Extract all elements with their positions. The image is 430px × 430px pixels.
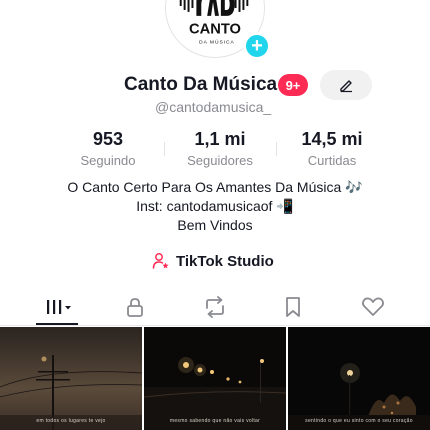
stat-label: Seguindo (80, 153, 136, 168)
thumbnail-image (288, 327, 430, 430)
stat-label: Curtidas (307, 153, 357, 168)
pencil-icon (340, 80, 352, 93)
grid-icon (47, 300, 71, 314)
plus-icon: + (251, 35, 263, 57)
video-thumbnail[interactable]: mesmo sabendo que não vais voltar (144, 327, 286, 430)
video-caption: em todos os lugares te vejo (36, 418, 106, 424)
add-avatar-button[interactable]: + (243, 32, 271, 60)
bio-line: Inst: cantodamusicaof 📲 (136, 198, 294, 214)
tab-reposts[interactable] (175, 290, 255, 324)
avatar-container[interactable]: CANTO DA MÚSICA + (165, 0, 271, 60)
logo-text: CANTO (189, 21, 241, 37)
tiktok-studio-label: TikTok Studio (176, 252, 274, 270)
username: @cantodamusica_ (155, 99, 272, 115)
edit-profile-button[interactable] (320, 70, 372, 100)
notification-badge[interactable]: 9+ (278, 74, 308, 96)
divider (0, 325, 430, 326)
stat-followers[interactable]: 1,1 mi Seguidores (164, 129, 276, 168)
video-thumbnail[interactable]: sentindo o que eu sinto com o seu coraçã… (288, 327, 430, 430)
bio: O Canto Certo Para Os Amantes Da Música … (0, 178, 430, 235)
video-grid: em todos os lugares te vejo mesmo sabend… (0, 327, 430, 430)
video-caption: mesmo sabendo que não vais voltar (169, 418, 261, 424)
bio-line: Bem Vindos (177, 217, 253, 233)
video-caption: sentindo o que eu sinto com o seu coraçã… (305, 418, 413, 424)
bio-line: O Canto Certo Para Os Amantes Da Música … (67, 179, 363, 195)
tab-favorites[interactable] (253, 290, 333, 324)
bookmark-icon (286, 297, 300, 317)
tab-liked[interactable] (333, 290, 413, 324)
heart-icon (362, 297, 384, 316)
person-star-icon (152, 253, 169, 269)
stats-row: 953 Seguindo 1,1 mi Seguidores 14,5 mi C… (52, 129, 388, 169)
tiktok-studio-link[interactable]: TikTok Studio (152, 250, 274, 272)
stat-likes[interactable]: 14,5 mi Curtidas (276, 129, 388, 168)
lock-icon (127, 298, 143, 317)
video-thumbnail[interactable]: em todos os lugares te vejo (0, 327, 142, 430)
stat-value: 1,1 mi (194, 129, 246, 149)
tab-videos[interactable] (17, 290, 97, 324)
profile-header: Canto Da Música 9+ (0, 70, 430, 100)
repost-icon (206, 296, 224, 318)
display-name: Canto Da Música (124, 74, 278, 95)
tab-private[interactable] (95, 290, 175, 324)
profile-tabs (0, 290, 430, 326)
stat-following[interactable]: 953 Seguindo (52, 129, 164, 168)
stat-label: Seguidores (187, 153, 253, 168)
logo-subtext: DA MÚSICA (199, 38, 235, 45)
stat-value: 953 (92, 129, 124, 149)
thumbnail-image (144, 327, 286, 430)
stat-value: 14,5 mi (301, 129, 363, 149)
thumbnail-image (0, 327, 142, 430)
chevron-down-icon (65, 306, 71, 310)
